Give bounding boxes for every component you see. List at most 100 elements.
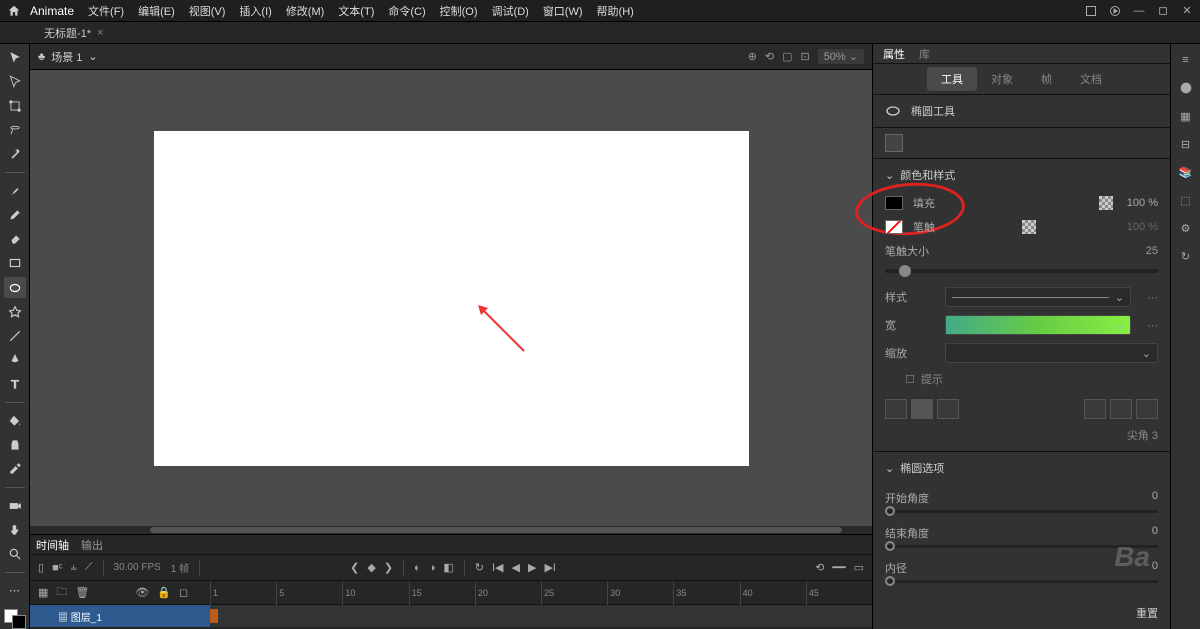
menu-help[interactable]: 帮助(H) bbox=[597, 3, 634, 19]
new-folder-icon[interactable]: 🗀 bbox=[56, 583, 67, 602]
join-miter-button[interactable] bbox=[1084, 399, 1106, 419]
text-tool[interactable] bbox=[4, 374, 26, 394]
clip-icon[interactable]: ▢ bbox=[782, 50, 792, 63]
style-dropdown[interactable]: ⌄ bbox=[945, 287, 1131, 307]
menu-modify[interactable]: 修改(M) bbox=[286, 3, 325, 19]
outline-icon[interactable]: ◻ bbox=[179, 586, 188, 599]
menu-window[interactable]: 窗口(W) bbox=[543, 3, 583, 19]
eraser-tool[interactable] bbox=[4, 229, 26, 249]
stroke-size-slider[interactable] bbox=[885, 269, 1158, 273]
pencil-tool[interactable] bbox=[4, 205, 26, 225]
tl-loop-icon[interactable]: ⟲ bbox=[815, 561, 824, 574]
tab-object[interactable]: 对象 bbox=[977, 67, 1027, 91]
pen-tool[interactable] bbox=[4, 350, 26, 370]
ink-bottle-tool[interactable] bbox=[4, 435, 26, 455]
close-icon[interactable]: ✕ bbox=[1180, 4, 1194, 18]
center-stage-icon[interactable]: ⊕ bbox=[748, 50, 757, 63]
properties-dock-icon[interactable]: ≡ bbox=[1176, 50, 1196, 70]
swatches-dock-icon[interactable]: ▦ bbox=[1176, 106, 1196, 126]
tab-close-icon[interactable]: × bbox=[97, 27, 103, 39]
end-angle-value[interactable]: 0 bbox=[1152, 525, 1158, 541]
menu-commands[interactable]: 命令(C) bbox=[388, 3, 425, 19]
eyedropper-tool[interactable] bbox=[4, 459, 26, 479]
camera-layer-icon[interactable]: ■ᶜ bbox=[52, 562, 63, 574]
fill-swatch[interactable] bbox=[885, 196, 903, 210]
home-icon[interactable] bbox=[6, 3, 22, 19]
cap-round-button[interactable] bbox=[911, 399, 933, 419]
maximize-icon[interactable] bbox=[1156, 4, 1170, 18]
layer-row[interactable]: ▦ 图层_1 bbox=[30, 605, 872, 627]
hint-checkbox[interactable]: ☐ bbox=[905, 373, 915, 386]
align-dock-icon[interactable]: ⊟ bbox=[1176, 134, 1196, 154]
color-section-header[interactable]: ⌄ 颜色和样式 bbox=[885, 167, 1158, 183]
last-frame-icon[interactable]: ❯ bbox=[384, 561, 393, 574]
loop-icon[interactable]: ↻ bbox=[475, 561, 484, 574]
paint-bucket-tool[interactable] bbox=[4, 411, 26, 431]
onion-skin-icon[interactable]: ◐ bbox=[414, 562, 421, 574]
lasso-tool[interactable] bbox=[4, 120, 26, 140]
menu-control[interactable]: 控制(O) bbox=[440, 3, 478, 19]
history-dock-icon[interactable]: ↻ bbox=[1176, 246, 1196, 266]
subselection-tool[interactable] bbox=[4, 72, 26, 92]
fill-opacity-value[interactable]: 100 % bbox=[1127, 197, 1158, 209]
delete-layer-icon[interactable]: 🗑 bbox=[75, 586, 89, 599]
start-angle-slider[interactable] bbox=[885, 510, 1158, 513]
zoom-dropdown[interactable]: 50% ⌄ bbox=[818, 49, 864, 64]
oval-section-header[interactable]: ⌄ 椭圆选项 bbox=[885, 460, 1158, 476]
scene-selector[interactable]: ♣ 场景 1 ⌄ bbox=[38, 49, 98, 65]
magic-wand-tool[interactable] bbox=[4, 144, 26, 164]
timeline-tab[interactable]: 时间轴 bbox=[36, 537, 69, 553]
menu-text[interactable]: 文本(T) bbox=[338, 3, 374, 19]
stroke-size-value[interactable]: 25 bbox=[1146, 245, 1158, 257]
transform-dock-icon[interactable]: ⬚ bbox=[1176, 190, 1196, 210]
inner-radius-value[interactable]: 0 bbox=[1152, 560, 1158, 576]
color-swatches[interactable] bbox=[4, 609, 26, 629]
new-layer-icon[interactable]: ▦ bbox=[38, 586, 48, 599]
tab-frame[interactable]: 帧 bbox=[1027, 67, 1066, 91]
inner-radius-slider[interactable] bbox=[885, 580, 1158, 583]
onion-outline-icon[interactable]: ◑ bbox=[429, 562, 436, 574]
join-bevel-button[interactable] bbox=[1136, 399, 1158, 419]
play-button-icon[interactable]: ▶ bbox=[528, 561, 536, 574]
visibility-icon[interactable]: 👁 bbox=[135, 586, 149, 599]
hand-tool[interactable] bbox=[4, 520, 26, 540]
stroke-opacity-icon[interactable] bbox=[1022, 220, 1036, 234]
horizontal-scrollbar[interactable] bbox=[30, 526, 872, 534]
line-tool[interactable] bbox=[4, 326, 26, 346]
camera-tool[interactable] bbox=[4, 496, 26, 516]
end-angle-slider[interactable] bbox=[885, 545, 1158, 548]
keyframe-btn-icon[interactable]: ◆ bbox=[367, 561, 375, 574]
play-icon[interactable] bbox=[1108, 4, 1122, 18]
free-transform-tool[interactable] bbox=[4, 96, 26, 116]
library-dock-icon[interactable]: 📚 bbox=[1176, 162, 1196, 182]
components-dock-icon[interactable]: ⚙ bbox=[1176, 218, 1196, 238]
options-dots[interactable]: ⋯ bbox=[4, 581, 26, 601]
selection-tool[interactable] bbox=[4, 48, 26, 68]
reset-button[interactable]: 重置 bbox=[1136, 608, 1158, 620]
style-options-icon[interactable]: ⋯ bbox=[1147, 291, 1158, 304]
zoom-tool[interactable] bbox=[4, 544, 26, 564]
width-dropdown[interactable]: ⌄ bbox=[945, 315, 1131, 335]
menu-view[interactable]: 视图(V) bbox=[189, 3, 226, 19]
next-frame-icon[interactable]: ▶I bbox=[544, 561, 556, 574]
tab-document[interactable]: 文档 bbox=[1066, 67, 1116, 91]
output-tab[interactable]: 输出 bbox=[81, 537, 103, 553]
brush-tool[interactable] bbox=[4, 181, 26, 201]
color-dock-icon[interactable] bbox=[1176, 78, 1196, 98]
polystar-tool[interactable] bbox=[4, 302, 26, 322]
stage[interactable] bbox=[30, 70, 872, 526]
join-round-button[interactable] bbox=[1110, 399, 1132, 419]
tl-fit-icon[interactable]: ━━ bbox=[832, 561, 845, 574]
menu-debug[interactable]: 调试(D) bbox=[492, 3, 529, 19]
graph-icon[interactable]: ⟋ bbox=[85, 561, 93, 574]
corner-value[interactable]: 3 bbox=[1152, 430, 1158, 442]
width-options-icon[interactable]: ⋯ bbox=[1147, 319, 1158, 332]
fit-icon[interactable]: ⊡ bbox=[800, 50, 809, 63]
prev-frame-icon[interactable]: ◀ bbox=[512, 561, 520, 574]
frame-ruler[interactable]: 1 5 10 15 20 25 30 35 40 45 bbox=[210, 581, 872, 605]
object-drawing-toggle[interactable] bbox=[885, 134, 903, 152]
frame-track[interactable] bbox=[210, 605, 872, 627]
cap-butt-button[interactable] bbox=[885, 399, 907, 419]
canvas[interactable] bbox=[154, 131, 749, 466]
workspace-icon[interactable] bbox=[1084, 4, 1098, 18]
